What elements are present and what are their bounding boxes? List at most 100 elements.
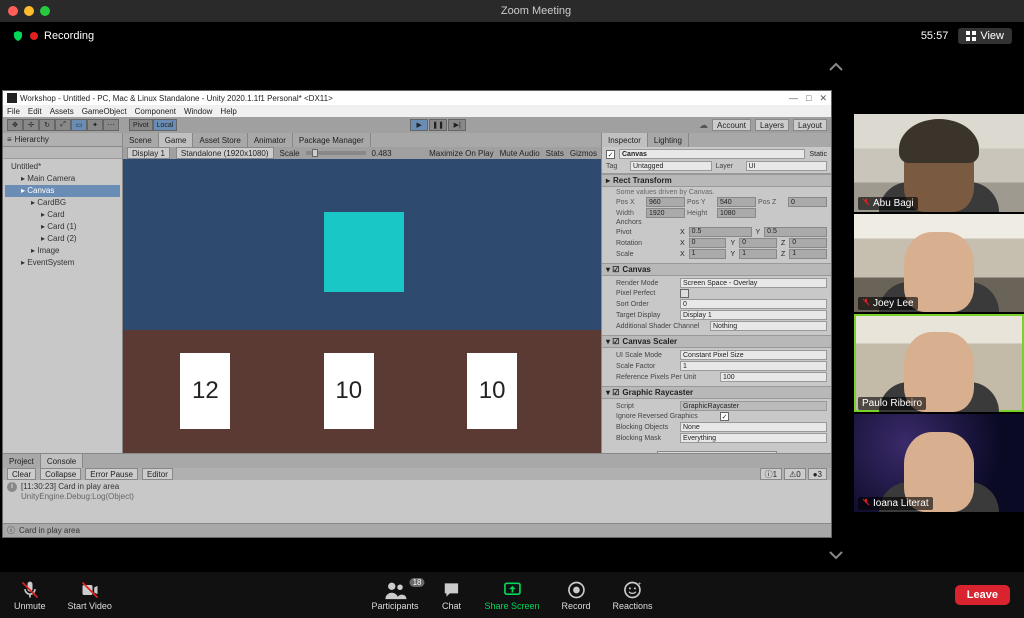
- console-error-pause-toggle[interactable]: Error Pause: [85, 468, 138, 480]
- sort-order-field[interactable]: 0: [680, 299, 827, 309]
- hierarchy-item[interactable]: ▸ EventSystem: [5, 257, 120, 269]
- layers-dropdown[interactable]: Layers: [755, 119, 789, 131]
- unmute-button[interactable]: Unmute: [14, 580, 46, 611]
- graphic-raycaster-header[interactable]: ▾ ☑ Graphic Raycaster: [602, 386, 831, 399]
- hierarchy-item[interactable]: ▸ CardBG: [5, 197, 120, 209]
- console-warn-count[interactable]: ⚠ 0: [784, 468, 806, 480]
- step-button[interactable]: ▶|: [448, 119, 466, 131]
- participant-tile[interactable]: Ioana Literat: [854, 414, 1024, 512]
- win-minimize-button[interactable]: —: [789, 93, 798, 104]
- participant-tile[interactable]: Joey Lee: [854, 214, 1024, 312]
- scale-factor-field[interactable]: 1: [680, 361, 827, 371]
- console-info-count[interactable]: ⓘ 1: [760, 468, 782, 480]
- menu-file[interactable]: File: [7, 107, 20, 116]
- mac-max-dot[interactable]: [40, 6, 50, 16]
- enable-checkbox[interactable]: ✓: [606, 150, 615, 159]
- tab-project[interactable]: Project: [3, 454, 41, 468]
- win-close-button[interactable]: ✕: [819, 93, 827, 104]
- tab-game[interactable]: Game: [159, 133, 194, 147]
- resolution-dropdown[interactable]: Standalone (1920x1080): [176, 147, 274, 159]
- console-collapse-toggle[interactable]: Collapse: [40, 468, 81, 480]
- blocking-objects-dropdown[interactable]: None: [680, 422, 827, 432]
- render-mode-dropdown[interactable]: Screen Space - Overlay: [680, 278, 827, 288]
- move-tool[interactable]: ✢: [23, 119, 39, 131]
- participants-button[interactable]: Participants 18: [371, 580, 418, 611]
- account-dropdown[interactable]: Account: [712, 119, 751, 131]
- posx-field[interactable]: 960: [646, 197, 685, 207]
- maximize-on-play-toggle[interactable]: Maximize On Play: [429, 149, 493, 158]
- pixel-perfect-checkbox[interactable]: [680, 289, 689, 298]
- display-dropdown[interactable]: Display 1: [127, 147, 170, 159]
- transform-tool[interactable]: ✦: [87, 119, 103, 131]
- tab-scene[interactable]: Scene: [123, 133, 159, 147]
- tab-inspector[interactable]: Inspector: [602, 133, 648, 147]
- object-name-field[interactable]: Canvas: [619, 149, 805, 159]
- pivot-x-field[interactable]: 0.5: [689, 227, 752, 237]
- rect-tool[interactable]: ▭: [71, 119, 87, 131]
- layer-dropdown[interactable]: UI: [746, 161, 828, 171]
- scale-y-field[interactable]: 1: [739, 249, 777, 259]
- hand-tool[interactable]: ✥: [7, 119, 23, 131]
- shield-icon[interactable]: [12, 30, 24, 42]
- tab-lighting[interactable]: Lighting: [648, 133, 689, 147]
- anchors-label[interactable]: Anchors: [616, 219, 676, 226]
- menu-gameobject[interactable]: GameObject: [82, 107, 127, 116]
- tag-dropdown[interactable]: Untagged: [630, 161, 712, 171]
- view-button[interactable]: View: [958, 28, 1012, 44]
- unity-titlebar[interactable]: Workshop - Untitled - PC, Mac & Linux St…: [3, 91, 831, 105]
- gizmos-toggle[interactable]: Gizmos: [570, 149, 597, 158]
- leave-button[interactable]: Leave: [955, 585, 1010, 605]
- pivot-toggle[interactable]: Pivot: [129, 119, 153, 131]
- participant-tile[interactable]: Abu Bagi: [854, 114, 1024, 212]
- participant-tile[interactable]: Paulo Ribeiro: [854, 314, 1024, 412]
- console-body[interactable]: i [11:30:23] Card in play area UnityEngi…: [3, 480, 831, 523]
- rect-transform-header[interactable]: ▸ Rect Transform: [602, 174, 831, 187]
- posy-field[interactable]: 540: [717, 197, 756, 207]
- stats-toggle[interactable]: Stats: [546, 149, 564, 158]
- hierarchy-toolbar[interactable]: [3, 147, 122, 159]
- scale-slider[interactable]: [306, 151, 366, 155]
- hierarchy-item[interactable]: ▸ Card: [5, 209, 120, 221]
- shader-channel-dropdown[interactable]: Nothing: [710, 321, 827, 331]
- share-screen-button[interactable]: Share Screen: [484, 580, 539, 611]
- pivot-y-field[interactable]: 0.5: [764, 227, 827, 237]
- ref-pixels-field[interactable]: 100: [720, 372, 827, 382]
- height-field[interactable]: 1080: [717, 208, 756, 218]
- local-toggle[interactable]: Local: [153, 119, 178, 131]
- menu-help[interactable]: Help: [220, 107, 236, 116]
- layout-dropdown[interactable]: Layout: [793, 119, 827, 131]
- hierarchy-item[interactable]: ▸ Canvas: [5, 185, 120, 197]
- pause-button[interactable]: ❚❚: [429, 119, 447, 131]
- hierarchy-item[interactable]: ▸ Image: [5, 245, 120, 257]
- start-video-button[interactable]: Start Video: [68, 580, 112, 611]
- ignore-reversed-checkbox[interactable]: ✓: [720, 412, 729, 421]
- custom-tool[interactable]: ⋯: [103, 119, 119, 131]
- menu-edit[interactable]: Edit: [28, 107, 42, 116]
- console-error-count[interactable]: ● 3: [808, 468, 827, 480]
- game-view[interactable]: 12 10 10: [123, 159, 601, 453]
- play-button[interactable]: ▶: [410, 119, 428, 131]
- reactions-button[interactable]: + Reactions: [613, 580, 653, 611]
- hierarchy-item[interactable]: ▸ Card (2): [5, 233, 120, 245]
- rot-z-field[interactable]: 0: [789, 238, 827, 248]
- tab-asset-store[interactable]: Asset Store: [193, 133, 247, 147]
- tab-animator[interactable]: Animator: [248, 133, 293, 147]
- hierarchy-item[interactable]: Untitled*: [5, 161, 120, 173]
- scale-tool[interactable]: ⤢: [55, 119, 71, 131]
- hierarchy-item[interactable]: ▸ Card (1): [5, 221, 120, 233]
- chevron-up-icon[interactable]: [826, 60, 846, 74]
- console-clear-button[interactable]: Clear: [7, 468, 36, 480]
- blocking-mask-dropdown[interactable]: Everything: [680, 433, 827, 443]
- chat-button[interactable]: Chat: [440, 580, 462, 611]
- hierarchy-tab[interactable]: ≡Hierarchy: [3, 133, 122, 147]
- static-label[interactable]: Static: [809, 151, 827, 158]
- menu-assets[interactable]: Assets: [50, 107, 74, 116]
- record-button[interactable]: Record: [562, 580, 591, 611]
- tab-console[interactable]: Console: [41, 454, 83, 468]
- mute-audio-toggle[interactable]: Mute Audio: [500, 149, 540, 158]
- hierarchy-tree[interactable]: Untitled*▸ Main Camera▸ Canvas▸ CardBG▸ …: [3, 159, 122, 453]
- ui-scale-mode-dropdown[interactable]: Constant Pixel Size: [680, 350, 827, 360]
- inspector-body[interactable]: ✓ Canvas Static Tag Untagged Layer UI: [602, 147, 831, 453]
- menu-window[interactable]: Window: [184, 107, 212, 116]
- posz-field[interactable]: 0: [788, 197, 827, 207]
